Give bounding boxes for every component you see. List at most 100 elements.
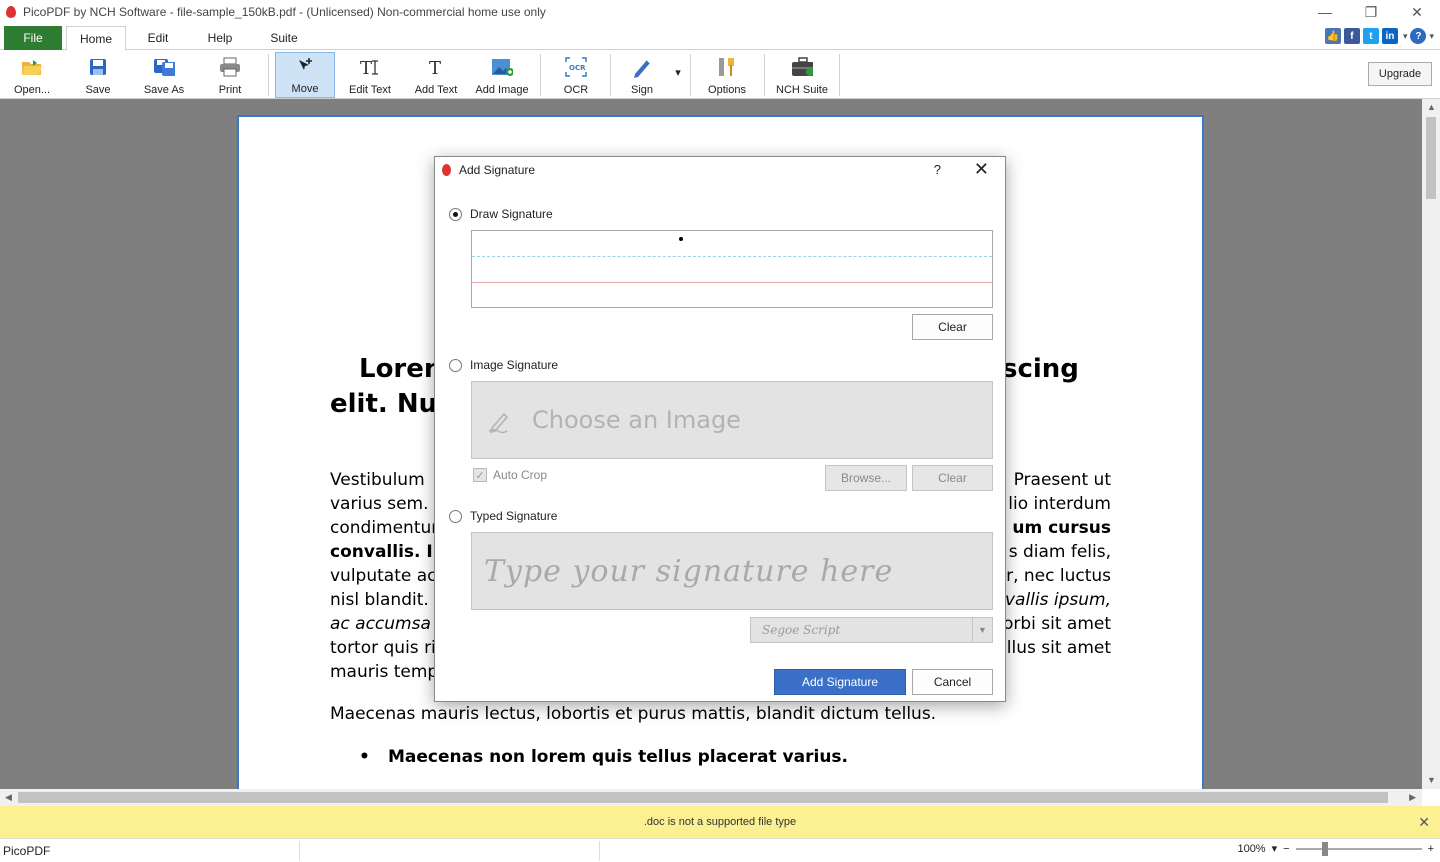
tab-home[interactable]: Home (66, 26, 126, 51)
pen-icon (631, 56, 653, 78)
horizontal-scrollbar[interactable]: ◀ ▶ (0, 789, 1422, 806)
chevron-down-icon: ▼ (972, 618, 992, 642)
window-title: PicoPDF by NCH Software - file-sample_15… (23, 5, 546, 19)
tab-file[interactable]: File (4, 26, 62, 50)
tab-suite[interactable]: Suite (260, 26, 308, 50)
edit-text-button[interactable]: T Edit Text (344, 52, 396, 98)
title-bar: PicoPDF by NCH Software - file-sample_15… (0, 0, 1440, 24)
print-label: Print (218, 84, 242, 96)
vertical-scrollbar[interactable]: ▲ ▼ (1422, 99, 1440, 789)
close-window-button[interactable]: ✕ (1394, 0, 1440, 24)
status-divider (599, 841, 600, 861)
like-icon[interactable]: 👍 (1324, 28, 1341, 44)
social-links: 👍 f t in ▾ ? ▾ (1324, 28, 1434, 44)
signature-font-select[interactable]: Segoe Script ▼ (750, 617, 993, 643)
facebook-icon[interactable]: f (1343, 28, 1360, 44)
vertical-scroll-thumb[interactable] (1426, 117, 1436, 199)
image-signature-radio[interactable] (449, 359, 462, 372)
status-app-name: PicoPDF (3, 844, 51, 858)
linkedin-icon[interactable]: in (1381, 28, 1398, 44)
doc-para-left-4: vulputate ac (330, 566, 437, 586)
doc-para-right-3: s diam felis, (1008, 542, 1111, 562)
folder-open-icon (21, 56, 43, 78)
doc-para-left-3: convallis. I (330, 542, 433, 562)
tab-edit[interactable]: Edit (134, 26, 182, 50)
svg-text:OCR: OCR (569, 64, 586, 72)
nch-suite-label: NCH Suite (776, 84, 828, 96)
draw-signature-label[interactable]: Draw Signature (470, 207, 553, 221)
scroll-down-icon[interactable]: ▼ (1427, 775, 1436, 785)
zoom-slider-handle[interactable] (1321, 841, 1328, 856)
minimize-button[interactable]: — (1302, 0, 1348, 24)
doc-heading-right-1: scing (1002, 354, 1079, 384)
move-button[interactable]: Move (275, 52, 335, 98)
zoom-out-button[interactable]: − (1283, 843, 1289, 855)
zoom-slider[interactable] (1295, 841, 1422, 856)
typed-signature-label[interactable]: Typed Signature (470, 509, 557, 523)
dialog-help-button[interactable]: ? (934, 162, 941, 177)
zoom-dropdown-icon[interactable]: ▾ (1272, 842, 1278, 855)
typed-signature-radio[interactable] (449, 510, 462, 523)
scroll-right-icon[interactable]: ▶ (1409, 792, 1416, 803)
notification-close-icon[interactable]: ✕ (1418, 814, 1430, 831)
ocr-button[interactable]: OCR OCR (554, 52, 598, 98)
help-icon[interactable]: ? (1410, 28, 1427, 44)
dialog-close-button[interactable]: ✕ (974, 159, 989, 180)
toolbar-separator (764, 54, 765, 96)
doc-bullet-item: Maecenas non lorem quis tellus placerat … (388, 747, 848, 767)
signature-draw-canvas[interactable] (471, 230, 993, 308)
nch-suite-icon (791, 56, 813, 78)
social-dropdown-icon[interactable]: ▾ (1403, 31, 1408, 42)
toolbar: Open... Save Save As Print Move T Edit T… (0, 50, 1440, 99)
help-dropdown-icon[interactable]: ▾ (1429, 31, 1434, 42)
typed-signature-input[interactable]: Type your signature here (471, 532, 993, 610)
horizontal-scroll-thumb[interactable] (18, 792, 1388, 803)
scroll-up-icon[interactable]: ▲ (1427, 102, 1436, 112)
svg-text:T: T (360, 58, 372, 77)
draw-signature-radio[interactable] (449, 208, 462, 221)
clear-image-button[interactable]: Clear (912, 465, 993, 491)
zoom-level[interactable]: 100% (1237, 843, 1265, 855)
browse-button[interactable]: Browse... (825, 465, 907, 491)
add-image-icon (491, 56, 513, 78)
add-text-button[interactable]: T Add Text (410, 52, 462, 98)
sign-button[interactable]: Sign (620, 52, 664, 98)
save-button[interactable]: Save (76, 52, 120, 98)
options-button[interactable]: Options (702, 52, 752, 98)
signature-ink-dot (679, 237, 683, 241)
open-button[interactable]: Open... (8, 52, 56, 98)
move-label: Move (291, 83, 319, 95)
ocr-icon: OCR (565, 56, 587, 78)
sign-dropdown-icon: ▾ (675, 67, 681, 79)
zoom-control: 100% ▾ − + (1237, 841, 1434, 856)
cancel-button[interactable]: Cancel (912, 669, 993, 695)
add-image-button[interactable]: Add Image (474, 52, 530, 98)
svg-text:T: T (429, 58, 441, 77)
menu-bar: File Home Edit Help Suite 👍 f t in ▾ ? ▾ (0, 24, 1440, 51)
picopdf-logo-icon (442, 164, 451, 176)
scroll-left-icon[interactable]: ◀ (5, 792, 12, 803)
status-bar: PicoPDF 100% ▾ − + (0, 838, 1440, 862)
options-tools-icon (716, 56, 738, 78)
dialog-title-bar: Add Signature ? ✕ (435, 157, 1005, 183)
print-button[interactable]: Print (208, 52, 252, 98)
doc-bullet-dot: • (359, 747, 370, 767)
save-label: Save (85, 84, 111, 96)
auto-crop-checkbox[interactable]: ✓ (473, 468, 487, 482)
add-signature-button[interactable]: Add Signature (774, 669, 906, 695)
clear-drawing-button[interactable]: Clear (912, 314, 993, 340)
sign-dropdown-button[interactable]: ▾ (670, 52, 686, 98)
doc-para-right-7: llus sit amet (1006, 638, 1111, 658)
twitter-icon[interactable]: t (1362, 28, 1379, 44)
tab-help[interactable]: Help (196, 26, 244, 50)
doc-para-right-5: vallis ipsum, (1004, 590, 1111, 610)
doc-para-right-6: orbi sit amet (1002, 614, 1111, 634)
image-signature-label[interactable]: Image Signature (470, 358, 558, 372)
upgrade-button[interactable]: Upgrade (1368, 62, 1432, 86)
nch-suite-button[interactable]: NCH Suite (772, 52, 832, 98)
save-as-button[interactable]: Save As (140, 52, 188, 98)
signature-font-value: Segoe Script (762, 623, 841, 637)
notification-text: .doc is not a supported file type (643, 816, 797, 828)
zoom-in-button[interactable]: + (1428, 843, 1434, 855)
restore-button[interactable]: ❐ (1348, 0, 1394, 24)
